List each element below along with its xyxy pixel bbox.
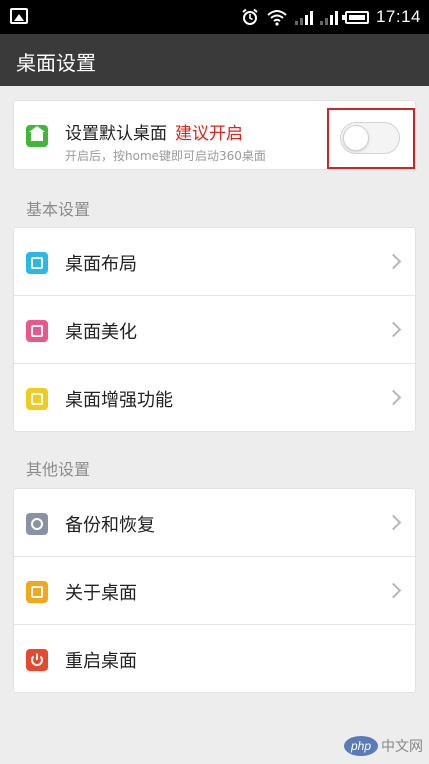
settings-item-restart[interactable]: 重启桌面 [14, 625, 415, 693]
title-bar: 桌面设置 [0, 34, 429, 86]
battery-icon [341, 10, 369, 24]
chevron-right-icon [385, 582, 402, 599]
settings-item-backup[interactable]: 备份和恢复 [14, 489, 415, 557]
default-launcher-title: 设置默认桌面 建议开启 [65, 119, 243, 144]
beautify-icon [26, 320, 48, 342]
page-title: 桌面设置 [16, 51, 96, 75]
settings-item-label: 备份和恢复 [65, 515, 155, 536]
settings-item-label: 桌面增强功能 [65, 390, 173, 411]
enhance-icon [26, 388, 48, 410]
status-icons: 17:14 [241, 0, 421, 34]
settings-item-about[interactable]: 关于桌面 [14, 557, 415, 625]
signal-icon [294, 9, 313, 25]
chevron-right-icon [385, 389, 402, 406]
status-time: 17:14 [375, 7, 421, 26]
settings-item-beautify[interactable]: 桌面美化 [14, 296, 415, 364]
other-section-title: 其他设置 [26, 460, 91, 479]
chevron-right-icon [385, 321, 402, 338]
chevron-right-icon [385, 253, 402, 270]
signal-icon-2 [319, 9, 338, 25]
basic-settings-card: 桌面布局 桌面美化 桌面增强功能 [13, 227, 416, 432]
default-launcher-subtitle: 开启后，按home键即可启动360桌面 [65, 149, 266, 163]
settings-item-label: 桌面美化 [65, 322, 137, 343]
other-settings-card: 备份和恢复 关于桌面 重启桌面 [13, 488, 416, 693]
default-launcher-label: 设置默认桌面 [65, 124, 167, 144]
settings-item-label: 关于桌面 [65, 583, 137, 604]
backup-icon [26, 513, 48, 535]
toggle-knob [343, 125, 369, 151]
power-icon [26, 649, 48, 671]
default-launcher-toggle[interactable] [340, 122, 400, 154]
recommend-label: 建议开启 [175, 124, 243, 144]
image-icon [10, 8, 28, 24]
chevron-right-icon [385, 514, 402, 531]
basic-section-title: 基本设置 [26, 200, 91, 219]
alarm-icon [242, 8, 258, 25]
wifi-icon [267, 10, 287, 26]
watermark-text: 中文网 [381, 739, 423, 755]
settings-item-enhance[interactable]: 桌面增强功能 [14, 364, 415, 432]
settings-item-label: 桌面布局 [65, 254, 137, 275]
layout-icon [26, 252, 48, 274]
settings-item-label: 重启桌面 [65, 651, 137, 672]
status-bar: 17:14 [0, 0, 429, 34]
settings-item-layout[interactable]: 桌面布局 [14, 228, 415, 296]
home-icon [26, 125, 48, 147]
php-logo: php [344, 736, 378, 756]
watermark: php 中文网 [344, 736, 423, 756]
about-icon [26, 581, 48, 603]
